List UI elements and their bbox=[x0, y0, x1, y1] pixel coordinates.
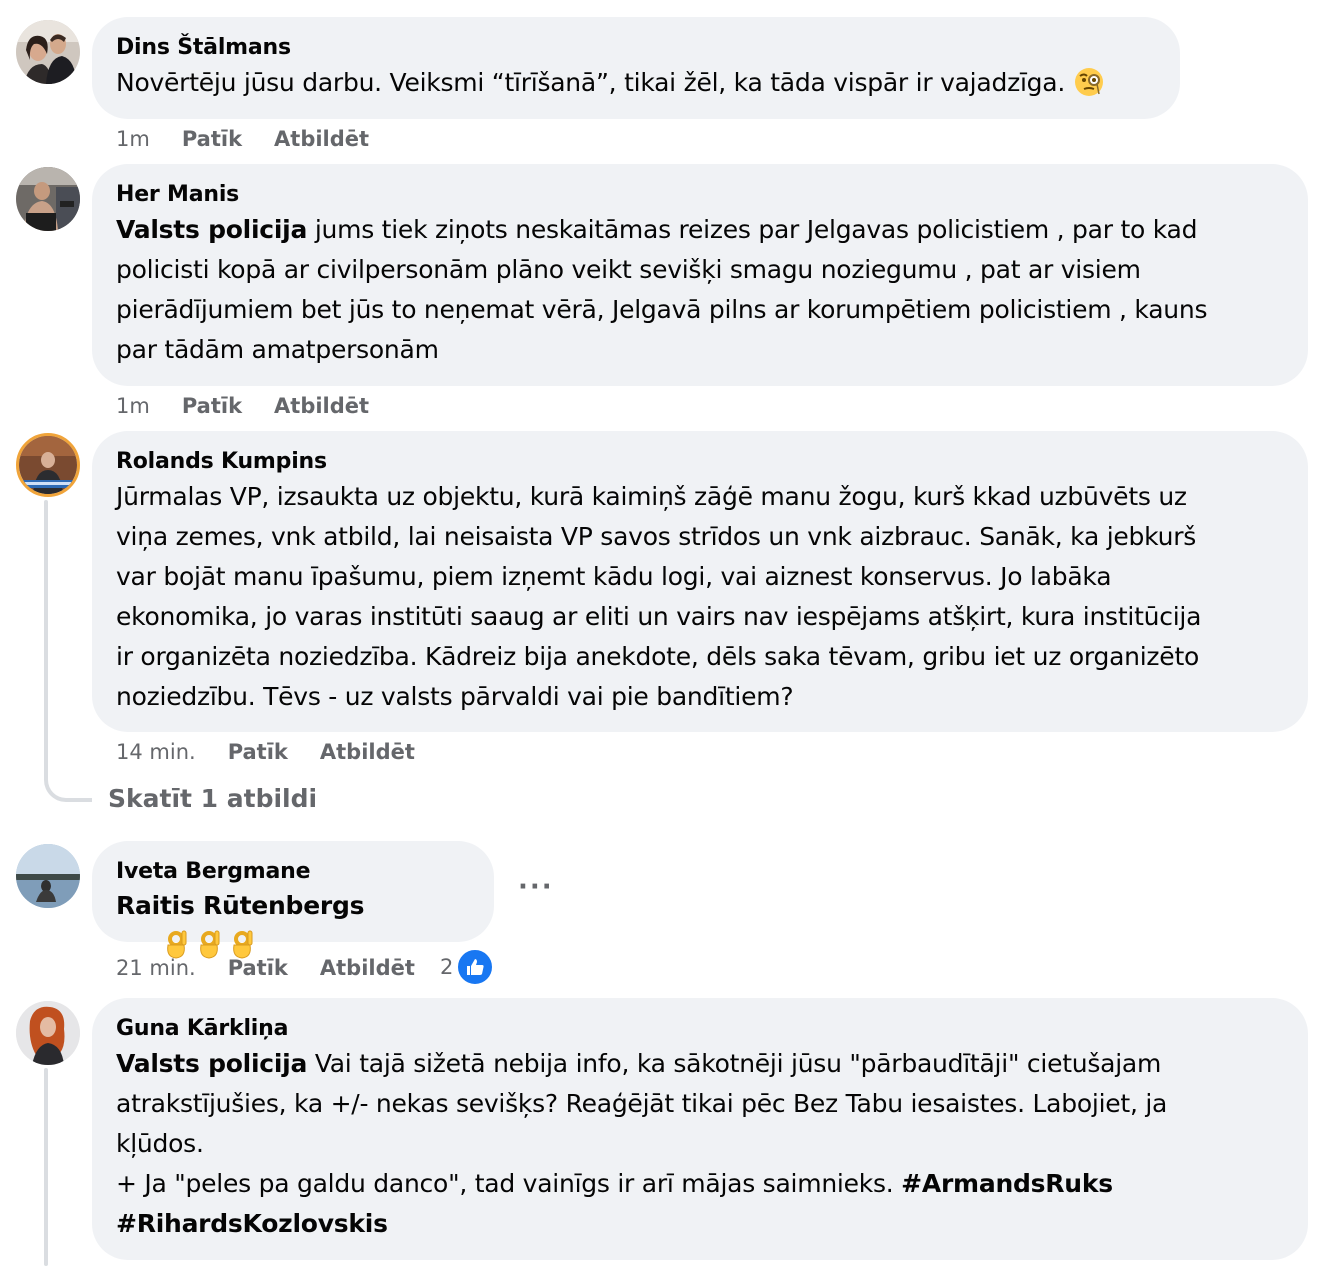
reply-button[interactable]: Atbildēt bbox=[320, 738, 415, 766]
hashtag-link[interactable]: #RihardsKozlovskis bbox=[116, 1209, 388, 1238]
comment-time[interactable]: 1m bbox=[116, 392, 150, 420]
like-button[interactable]: Patīk bbox=[228, 954, 288, 982]
comment-text: Valsts policija Vai tajā sižetā nebija i… bbox=[116, 1044, 1284, 1244]
avatar[interactable] bbox=[16, 167, 80, 231]
comment-bubble: Her Manis Valsts policija jums tiek ziņo… bbox=[92, 164, 1308, 386]
reaction-count: 2 bbox=[440, 955, 454, 979]
mention-link[interactable]: Valsts policija bbox=[116, 215, 307, 244]
thread-connector bbox=[44, 760, 92, 802]
avatar[interactable] bbox=[16, 844, 80, 908]
comment-meta: 1m Patīk Atbildēt bbox=[116, 125, 369, 153]
comment-text: Jūrmalas VP, izsaukta uz objektu, kurā k… bbox=[116, 482, 1202, 711]
reaction-summary[interactable]: 2 bbox=[440, 947, 496, 987]
like-button[interactable]: Patīk bbox=[182, 125, 242, 153]
comment-body: Novērtēju jūsu darbu. Veiksmi “tīrīšanā”… bbox=[116, 68, 1066, 97]
comment-bubble: Guna Kārkliņa Valsts policija Vai tajā s… bbox=[92, 998, 1308, 1260]
reply-button[interactable]: Atbildēt bbox=[320, 954, 415, 982]
comment-text: Raitis Rūtenbergs bbox=[116, 887, 470, 1002]
comment-author[interactable]: Dins Štālmans bbox=[116, 33, 1156, 63]
thread-line bbox=[44, 1068, 48, 1266]
mention-link[interactable]: Raitis Rūtenbergs bbox=[116, 891, 365, 920]
comment-text: Valsts policija jums tiek ziņots neskait… bbox=[116, 210, 1284, 370]
comment-bubble: Rolands Kumpins Jūrmalas VP, izsaukta uz… bbox=[92, 431, 1308, 732]
comment-time[interactable]: 14 min. bbox=[116, 738, 196, 766]
comment-bubble: Iveta Bergmane Raitis Rūtenbergs bbox=[92, 841, 494, 959]
comment-author[interactable]: Iveta Bergmane bbox=[116, 857, 470, 887]
comment-time[interactable]: 1m bbox=[116, 125, 150, 153]
like-button[interactable]: Patīk bbox=[182, 392, 242, 420]
comment-text: Novērtēju jūsu darbu. Veiksmi “tīrīšanā”… bbox=[116, 63, 1156, 104]
comment-bubble: Dins Štālmans Novērtēju jūsu darbu. Veik… bbox=[92, 17, 1180, 119]
like-thumb-icon bbox=[455, 947, 496, 987]
comment-author[interactable]: Rolands Kumpins bbox=[116, 447, 1284, 477]
hashtag-link[interactable]: #ArmandsRuks bbox=[901, 1169, 1113, 1198]
thread-line bbox=[44, 500, 48, 770]
view-replies-link[interactable]: Skatīt 1 atbildi bbox=[108, 784, 317, 813]
reply-button[interactable]: Atbildēt bbox=[274, 392, 369, 420]
mention-link[interactable]: Valsts policija bbox=[116, 1049, 307, 1078]
comment-time[interactable]: 21 min. bbox=[116, 954, 196, 982]
avatar[interactable] bbox=[16, 1001, 80, 1065]
avatar[interactable] bbox=[16, 433, 80, 497]
face-with-monocle-emoji bbox=[1073, 64, 1105, 104]
avatar[interactable] bbox=[16, 20, 80, 84]
comment-meta: 21 min. Patīk Atbildēt bbox=[116, 954, 415, 982]
comment-author[interactable]: Her Manis bbox=[116, 180, 1284, 210]
comment-meta: 1m Patīk Atbildēt bbox=[116, 392, 369, 420]
more-options-button[interactable]: ··· bbox=[518, 872, 554, 902]
comment-author[interactable]: Guna Kārkliņa bbox=[116, 1014, 1284, 1044]
comment-meta: 14 min. Patīk Atbildēt bbox=[116, 738, 415, 766]
reply-button[interactable]: Atbildēt bbox=[274, 125, 369, 153]
like-button[interactable]: Patīk bbox=[228, 738, 288, 766]
